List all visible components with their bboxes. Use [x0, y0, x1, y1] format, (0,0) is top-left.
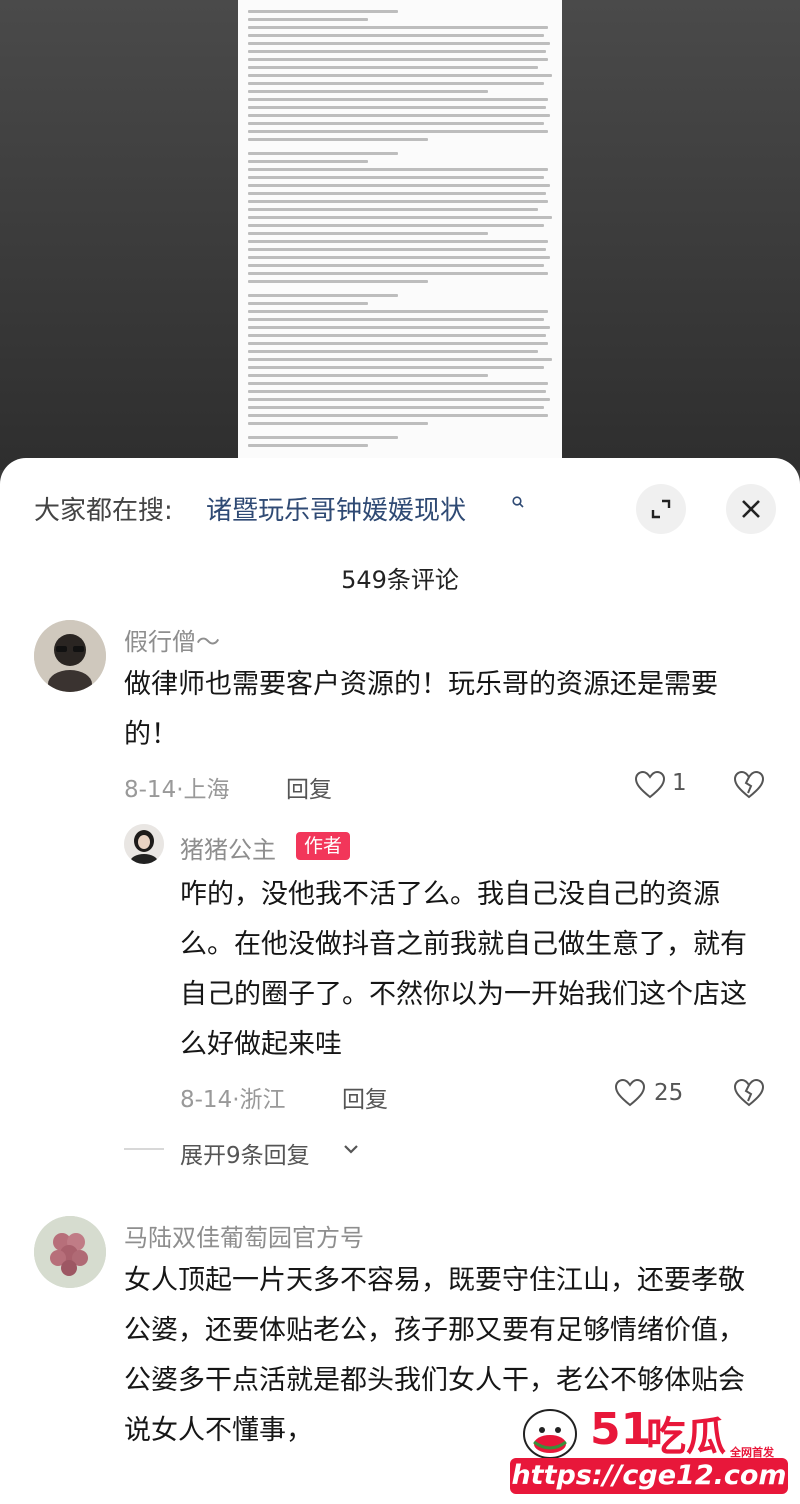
- document-text-line: [248, 302, 368, 305]
- document-text-line: [248, 160, 368, 163]
- reply-meta: 8-14·浙江: [180, 1087, 286, 1113]
- document-text-line: [248, 256, 550, 259]
- document-text-line: [248, 138, 428, 141]
- document-text-line: [248, 248, 546, 251]
- comment-username[interactable]: 马陆双佳葡萄园官方号: [124, 1218, 364, 1253]
- document-text-line: [248, 294, 398, 297]
- document-text-line: [248, 240, 548, 243]
- document-text-line: [248, 18, 368, 21]
- document-text-line: [248, 42, 550, 45]
- document-text-line: [248, 130, 548, 133]
- document-text-line: [248, 224, 544, 227]
- reply-button[interactable]: 回复: [342, 1080, 388, 1114]
- document-text-line: [248, 168, 548, 171]
- document-text-line: [248, 50, 546, 53]
- author-badge: 作者: [296, 832, 351, 860]
- watermark-brand-number: 51: [590, 1404, 652, 1455]
- expand-button[interactable]: [636, 484, 686, 534]
- dislike-broken-heart-icon[interactable]: [733, 1078, 765, 1108]
- document-text-line: [248, 122, 544, 125]
- comment-count: 549条评论: [341, 566, 459, 594]
- document-text-line: [248, 414, 548, 417]
- document-text-line: [248, 280, 428, 283]
- document-text-line: [248, 10, 398, 13]
- search-suggestion-link[interactable]: 诸暨玩乐哥钟媛媛现状: [206, 490, 466, 527]
- document-text-line: [248, 34, 544, 37]
- document-text-line: [248, 200, 548, 203]
- document-text-line: [248, 82, 544, 85]
- document-text-line: [248, 342, 548, 345]
- document-text-line: [248, 26, 548, 29]
- avatar-image: [124, 824, 164, 864]
- document-text-line: [248, 264, 544, 267]
- document-text-line: [248, 74, 552, 77]
- document-text-line: [248, 58, 548, 61]
- document-text-line: [248, 216, 552, 219]
- watermark-url: https://cge12.com: [510, 1458, 788, 1494]
- document-text-line: [248, 358, 552, 361]
- document-text-line: [248, 326, 550, 329]
- document-text-line: [248, 152, 398, 155]
- document-text-line: [248, 66, 538, 69]
- like-count: 1: [672, 770, 687, 796]
- search-icon: [512, 496, 524, 508]
- document-text-line: [248, 310, 548, 313]
- watermark-mascot-icon: [523, 1409, 577, 1459]
- document-text-line: [248, 366, 544, 369]
- document-text-line: [248, 192, 546, 195]
- close-icon: [742, 500, 760, 518]
- expand-icon: [651, 499, 671, 519]
- document-text-line: [248, 90, 488, 93]
- avatar[interactable]: [34, 1216, 106, 1288]
- document-text-line: [248, 98, 548, 101]
- reply-text: 咋的，没他我不活了么。我自己没自己的资源么。在他没做抖音之前我就自己做生意了，就…: [180, 879, 747, 1060]
- document-text-line: [248, 106, 546, 109]
- document-text-line: [248, 176, 544, 179]
- reply-username[interactable]: 猪猪公主: [180, 830, 276, 865]
- document-text-line: [248, 334, 546, 337]
- document-text-line: [248, 422, 428, 425]
- like-count: 25: [654, 1080, 684, 1106]
- document-screenshot: [238, 0, 562, 462]
- document-text-line: [248, 318, 544, 321]
- document-text-line: [248, 406, 544, 409]
- expand-replies-button[interactable]: 展开9条回复: [180, 1136, 310, 1170]
- reply-button[interactable]: 回复: [286, 770, 332, 804]
- document-text-line: [248, 436, 398, 439]
- avatar-image: [34, 620, 106, 692]
- document-text-line: [248, 184, 550, 187]
- like-heart-icon[interactable]: [614, 1078, 646, 1108]
- close-button[interactable]: [726, 484, 776, 534]
- watermark-brand-text: 吃瓜: [646, 1414, 726, 1460]
- document-text-line: [248, 390, 546, 393]
- document-text-line: [248, 272, 548, 275]
- document-text-line: [248, 444, 368, 447]
- comment-text: 做律师也需要客户资源的！玩乐哥的资源还是需要的！: [124, 669, 718, 750]
- chevron-down-icon: [344, 1145, 358, 1154]
- document-text-line: [248, 382, 548, 385]
- comment-meta: 8-14·上海: [124, 777, 230, 803]
- document-text-line: [248, 208, 538, 211]
- like-heart-icon[interactable]: [634, 770, 666, 800]
- avatar[interactable]: [34, 620, 106, 692]
- avatar-image: [34, 1216, 106, 1288]
- expand-divider: [124, 1148, 164, 1150]
- document-text-line: [248, 398, 550, 401]
- dislike-broken-heart-icon[interactable]: [733, 770, 765, 800]
- document-text-line: [248, 114, 550, 117]
- document-text-line: [248, 374, 488, 377]
- document-text-line: [248, 350, 538, 353]
- document-text-line: [248, 232, 488, 235]
- avatar[interactable]: [124, 824, 164, 864]
- search-prefix: 大家都在搜:: [34, 496, 173, 526]
- comment-username[interactable]: 假行僧～: [124, 622, 220, 657]
